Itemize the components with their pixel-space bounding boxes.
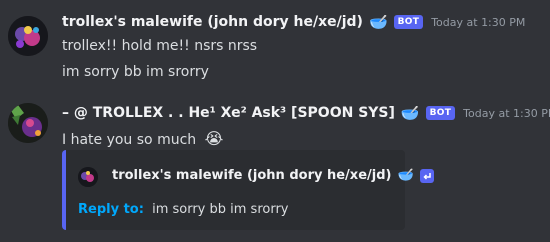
- avatar-art-icon: [8, 103, 48, 143]
- crying-emoji-icon: 😭: [204, 129, 224, 148]
- reply-quoted-text: im sorry bb im srorry: [152, 202, 289, 217]
- timestamp[interactable]: Today at 1:30 PM: [463, 107, 550, 120]
- bot-badge: BOT: [393, 15, 424, 29]
- reply-embed: trollex's malewife (john dory he/xe/jd) …: [62, 150, 434, 230]
- user-avatar-1[interactable]: [8, 16, 48, 56]
- username[interactable]: trollex's malewife (john dory he/xe/jd): [62, 14, 363, 30]
- bowl-emoji-icon: 🥣: [368, 12, 388, 31]
- user-avatar-2[interactable]: [8, 103, 48, 143]
- message-text-row: I hate you so much 😭: [62, 129, 223, 148]
- message-text: I hate you so much: [62, 132, 197, 148]
- avatar-art-icon: [78, 167, 98, 187]
- message-header-2: – @ TROLLEX . . He¹ Xe² Ask³ [SPOON SYS]…: [62, 105, 550, 121]
- avatar-art-icon: [8, 16, 48, 56]
- embed-author: trollex's malewife (john dory he/xe/jd) …: [112, 168, 434, 183]
- bot-badge: BOT: [425, 106, 456, 120]
- reply-to-label[interactable]: Reply to:: [78, 202, 144, 217]
- username[interactable]: – @ TROLLEX . . He¹ Xe² Ask³ [SPOON SYS]: [62, 105, 395, 121]
- reply-arrow-icon[interactable]: [419, 168, 434, 183]
- embed-author-avatar: [78, 167, 98, 187]
- message-header-1: trollex's malewife (john dory he/xe/jd) …: [62, 14, 525, 30]
- message-text: trollex!! hold me!! nsrs nrss: [62, 38, 258, 54]
- timestamp[interactable]: Today at 1:30 PM: [431, 16, 525, 29]
- message-text: im sorry bb im srorry: [62, 64, 209, 80]
- bowl-emoji-icon: 🥣: [400, 103, 420, 122]
- embed-description: Reply to: im sorry bb im srorry: [78, 202, 288, 217]
- embed-author-name[interactable]: trollex's malewife (john dory he/xe/jd): [112, 168, 391, 183]
- bowl-emoji-icon: 🥣: [397, 168, 414, 183]
